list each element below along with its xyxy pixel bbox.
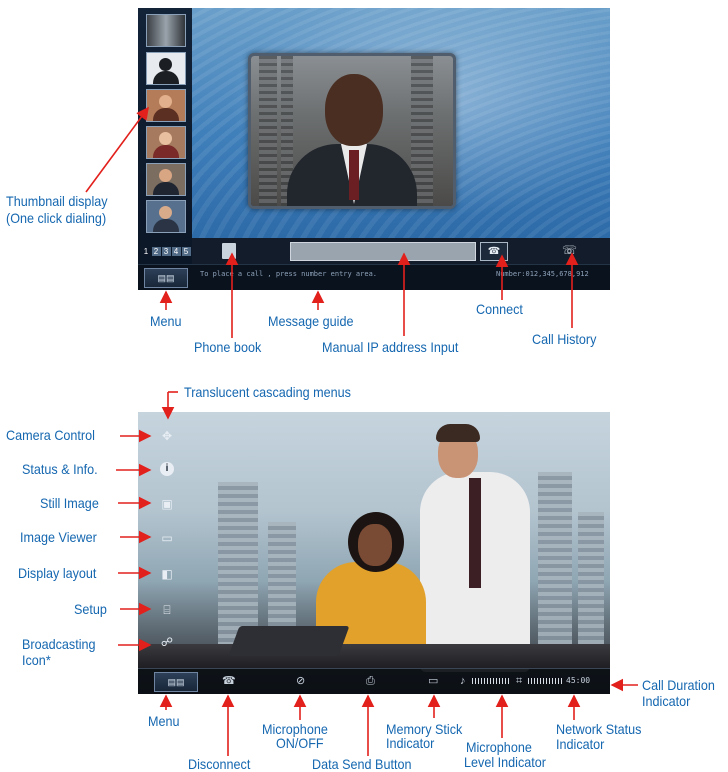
label-setup: Setup: [74, 601, 107, 617]
label-thumbnail-display: Thumbnail display: [6, 193, 108, 209]
label-connect: Connect: [476, 301, 523, 317]
label-mic-level-sub: Level Indicator: [464, 754, 546, 770]
label-translucent-menus: Translucent cascading menus: [184, 384, 351, 400]
label-network-status-sub: Indicator: [556, 736, 605, 752]
label-mic-level: Microphone: [466, 739, 532, 755]
label-memory-stick-sub: Indicator: [386, 735, 435, 751]
label-display-layout: Display layout: [18, 565, 97, 581]
label-message-guide: Message guide: [268, 313, 354, 329]
label-broadcasting-sub: Icon*: [22, 652, 51, 668]
label-manual-ip: Manual IP address Input: [322, 339, 459, 355]
label-microphone-onoff-sub: ON/OFF: [276, 735, 324, 751]
label-camera-control: Camera Control: [6, 427, 95, 443]
label-menu: Menu: [150, 313, 182, 329]
label-data-send: Data Send Button: [312, 756, 412, 772]
label-call-duration: Call Duration: [642, 677, 715, 693]
annotation-arrows: [85, 106, 638, 756]
label-broadcasting: Broadcasting: [22, 636, 96, 652]
label-disconnect: Disconnect: [188, 756, 251, 772]
label-thumbnail-display-sub: (One click dialing): [6, 210, 107, 226]
label-status-info: Status & Info.: [22, 461, 98, 477]
label-image-viewer: Image Viewer: [20, 529, 97, 545]
label-still-image: Still Image: [40, 495, 99, 511]
label-call-history: Call History: [532, 331, 597, 347]
label-network-status: Network Status: [556, 721, 642, 737]
label-phone-book: Phone book: [194, 339, 262, 355]
label-call-duration-sub: Indicator: [642, 693, 691, 709]
label-menu-2: Menu: [148, 713, 180, 729]
